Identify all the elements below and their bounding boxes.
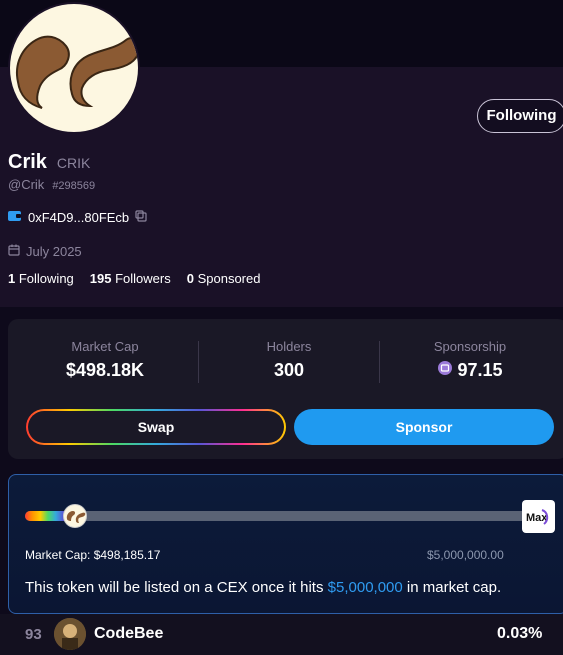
profile-stats: 1 Following 195 Followers 0 Sponsored: [8, 271, 260, 286]
wallet-row: 0xF4D9...80FEcb: [8, 210, 147, 225]
metric-divider: [198, 341, 199, 383]
market-cap-value: $498.18K: [20, 360, 190, 381]
copy-icon[interactable]: [135, 210, 147, 225]
profile-name-row: Crik CRIK: [8, 151, 90, 174]
following-button[interactable]: Following: [477, 99, 563, 133]
listing-progress-card: Max Market Cap: $498,185.17 $5,000,000.0…: [8, 474, 563, 614]
sponsorship-coin-icon: [437, 360, 453, 381]
sponsorship-amount: 97.15: [457, 360, 503, 380]
sponsorship-metric: Sponsorship 97.15: [385, 339, 555, 381]
following-count: 1: [8, 271, 16, 286]
token-metrics-card: Market Cap $498.18K Holders 300 Sponsors…: [8, 319, 563, 459]
followers-count: 195: [89, 271, 112, 286]
calendar-icon: [8, 244, 20, 259]
following-stat[interactable]: 1 Following: [8, 271, 74, 286]
holder-list-row[interactable]: 93 CodeBee 0.03%: [0, 614, 563, 655]
holder-rank: 93: [25, 626, 42, 643]
market-cap-amount: $498.18K: [65, 360, 145, 380]
holders-label: Holders: [266, 339, 312, 354]
sponsorship-label: Sponsorship: [433, 339, 507, 354]
followers-stat[interactable]: 195 Followers: [90, 271, 171, 286]
progress-track: [25, 511, 535, 521]
holder-percent: 0.03%: [497, 625, 543, 642]
token-avatar-icon: [63, 504, 87, 528]
holder-avatar: [54, 618, 86, 650]
sponsored-label: Sponsored: [197, 271, 261, 286]
wallet-icon: [8, 210, 22, 225]
sponsored-count: 0: [186, 271, 194, 286]
holder-name: CodeBee: [94, 625, 164, 642]
profile-user-id: #298569: [52, 180, 96, 192]
holders-metric: Holders 300: [204, 339, 374, 381]
profile-handle-row: @Crik #298569: [8, 177, 95, 192]
profile-avatar: [8, 2, 140, 134]
listing-target-amount: $5,000,000: [327, 579, 403, 596]
holders-value: 300: [204, 360, 374, 381]
sponsored-stat[interactable]: 0 Sponsored: [187, 271, 261, 286]
profile-name: Crik: [8, 151, 47, 173]
listing-message-pre: This token will be listed on a CEX once …: [25, 579, 328, 596]
listing-message: This token will be listed on a CEX once …: [25, 579, 501, 596]
metric-divider: [379, 341, 380, 383]
holders-count: 300: [273, 360, 305, 380]
join-date: July 2025: [26, 244, 82, 259]
followers-label: Followers: [115, 271, 171, 286]
market-cap-label: Market Cap: [71, 339, 139, 354]
profile-handle: @Crik: [8, 177, 45, 192]
listing-message-post: in market cap.: [402, 579, 502, 596]
wallet-address[interactable]: 0xF4D9...80FEcb: [28, 210, 129, 225]
goal-market-cap: $5,000,000.00: [427, 548, 504, 562]
max-logo-icon: Max: [522, 500, 555, 533]
following-label: Following: [18, 271, 74, 286]
join-date-row: July 2025: [8, 244, 82, 259]
swap-button[interactable]: Swap: [26, 409, 286, 445]
token-ticker: CRIK: [56, 155, 91, 171]
sponsorship-value: 97.15: [385, 360, 555, 381]
current-market-cap: Market Cap: $498,185.17: [25, 548, 161, 562]
market-cap-metric: Market Cap $498.18K: [20, 339, 190, 381]
sponsor-button[interactable]: Sponsor: [294, 409, 554, 445]
